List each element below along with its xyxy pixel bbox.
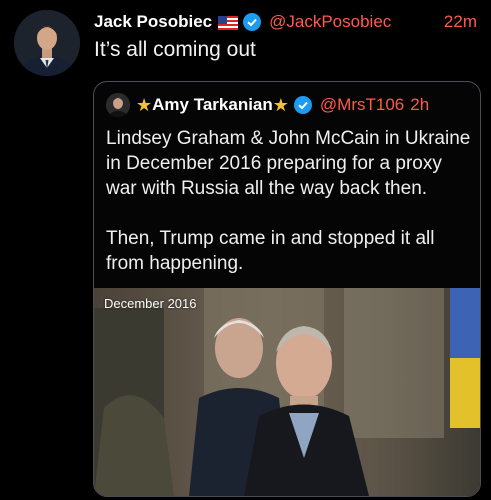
quoted-author-avatar[interactable] [106, 93, 130, 117]
tweet-text: It’s all coming out [94, 38, 256, 61]
tweet-timestamp[interactable]: 22m [444, 12, 481, 32]
quoted-paragraph: Lindsey Graham & John McCain in Ukraine … [106, 128, 471, 199]
us-flag-icon [218, 15, 239, 30]
quoted-tweet-timestamp[interactable]: 2h [410, 95, 429, 115]
video-caption: December 2016 [104, 296, 197, 311]
author-handle[interactable]: @JackPosobiec [269, 12, 391, 32]
video-frame-image [94, 288, 480, 496]
tweet-header: Jack Posobiec @JackPosobiec 22m [94, 10, 481, 34]
star-icon: ★ [136, 95, 153, 115]
quoted-author-name[interactable]: Amy Tarkanian [152, 95, 273, 115]
video-thumbnail[interactable]: December 2016 [94, 288, 480, 496]
quoted-author-handle[interactable]: @MrsT106 [320, 95, 404, 115]
quoted-tweet[interactable]: ★ Amy Tarkanian ★ @MrsT106 2h Lindsey Gr… [93, 81, 481, 497]
author-avatar[interactable] [14, 10, 80, 76]
author-name[interactable]: Jack Posobiec [94, 12, 212, 32]
quoted-paragraph: Then, Trump came in and stopped it all f… [106, 228, 435, 274]
star-icon: ★ [272, 95, 289, 115]
verified-badge-icon [243, 13, 262, 31]
quoted-tweet-text: Lindsey Graham & John McCain in Ukraine … [106, 126, 472, 276]
quoted-tweet-header: ★ Amy Tarkanian ★ @MrsT106 2h [106, 92, 470, 118]
verified-badge-icon [293, 96, 312, 114]
